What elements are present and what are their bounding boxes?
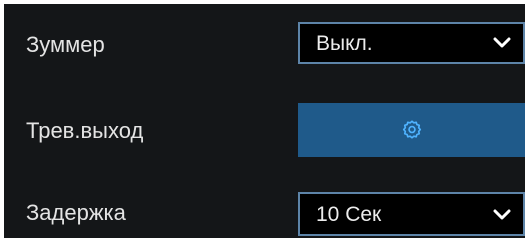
buzzer-select[interactable]: Выкл. <box>298 22 525 64</box>
delay-select-value: 10 Сек <box>316 203 382 226</box>
buzzer-label: Зуммер <box>26 32 105 57</box>
chevron-down-icon <box>493 209 511 220</box>
settings-panel: Зуммер Выкл. Трев.выход Задержка 10 Сек <box>4 4 525 238</box>
buzzer-select-value: Выкл. <box>316 32 373 55</box>
delay-select[interactable]: 10 Сек <box>298 192 525 236</box>
gear-icon <box>402 120 421 139</box>
alarm-output-settings-button[interactable] <box>298 103 525 157</box>
alarm-output-label: Трев.выход <box>26 118 144 143</box>
delay-label: Задержка <box>26 200 126 225</box>
chevron-down-icon <box>493 37 511 48</box>
